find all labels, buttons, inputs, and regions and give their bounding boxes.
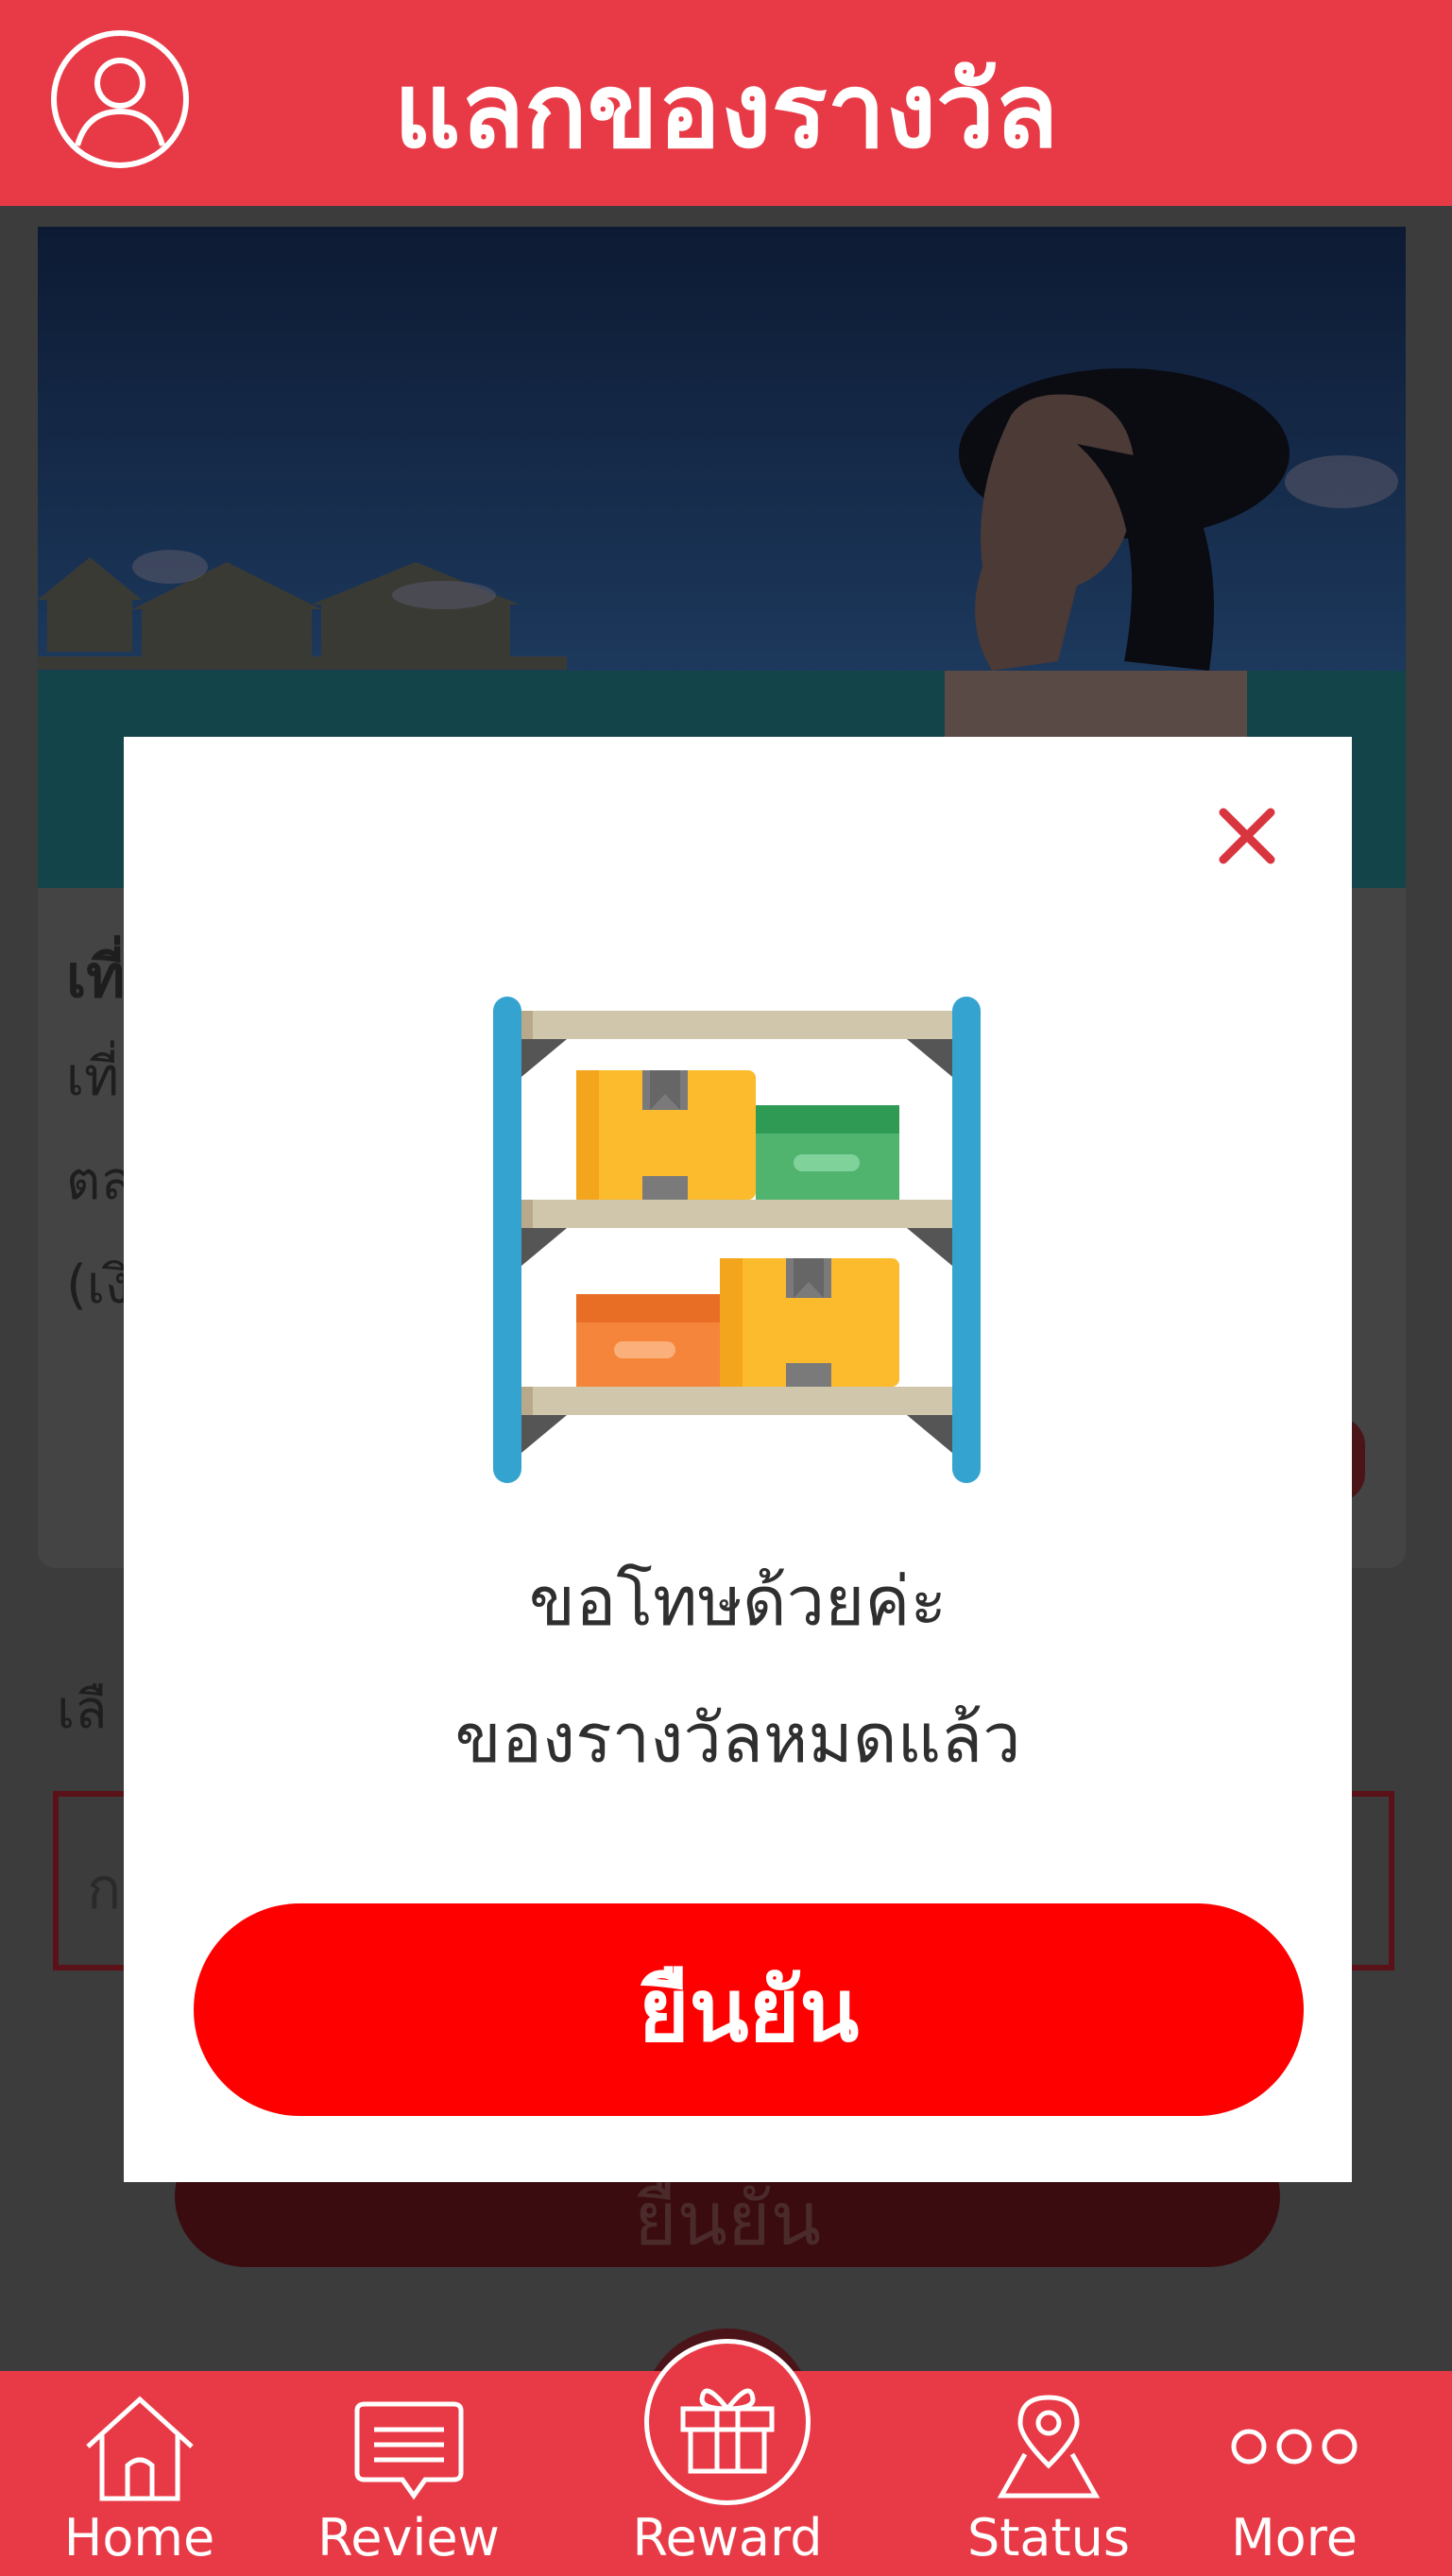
more-icon [1231, 2429, 1358, 2465]
reward-title: เที่ [66, 942, 126, 1011]
page-title: แลกของรางวัล [393, 50, 1059, 171]
nav-item-home[interactable]: Home [43, 2371, 236, 2576]
close-icon [1219, 808, 1275, 864]
nav-label-status: Status [966, 2508, 1131, 2567]
gift-icon [680, 2388, 775, 2474]
reward-detail-line-1: เที่ [66, 1047, 120, 1108]
select-input-value: ก [87, 1856, 122, 1922]
nav-label-reward: Reward [632, 2508, 823, 2567]
close-button[interactable] [1209, 798, 1285, 874]
nav-label-home: Home [63, 2508, 215, 2567]
nav-item-review[interactable]: Review [307, 2371, 510, 2576]
reward-detail-line-3: (เงิ [66, 1254, 131, 1316]
review-icon [354, 2401, 463, 2500]
nav-item-more[interactable]: More [1209, 2371, 1379, 2576]
select-label: เลื [57, 1680, 108, 1741]
dialog-message-line-1: ขอโทษด้วยค่ะ [528, 1561, 948, 1641]
map-pin-icon [997, 2395, 1101, 2499]
nav-label-review: Review [317, 2508, 500, 2567]
nav-item-status[interactable]: Status [954, 2371, 1143, 2576]
dialog-message-line-2: ของรางวัลหมดแล้ว [454, 1698, 1021, 1778]
bottom-nav: Home Review Reward Status More [0, 2339, 1452, 2576]
home-icon [85, 2396, 194, 2501]
nav-label-more: More [1231, 2508, 1358, 2567]
empty-shelf-icon [472, 982, 1001, 1493]
confirm-button[interactable]: ยืนยัน [194, 1903, 1304, 2116]
nav-item-reward[interactable]: Reward [628, 2339, 827, 2576]
